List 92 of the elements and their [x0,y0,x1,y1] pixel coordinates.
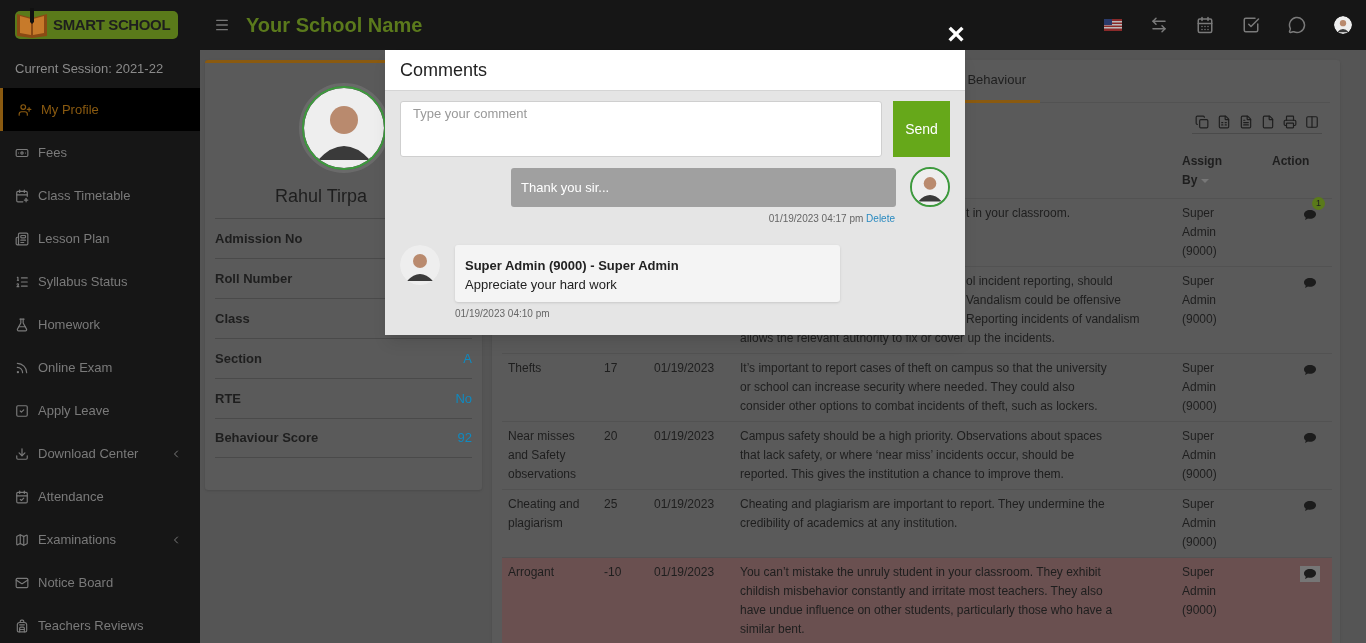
menu-icon[interactable] [214,17,230,33]
table-cell: -10 [604,565,622,579]
table-cell-text: Super Admin (9000) [1182,496,1218,551]
table-cell: 01/19/2023 [654,429,715,443]
table-cell: 17 [604,361,618,375]
field-label: Admission No [215,229,303,248]
menu-item-icon [15,446,29,461]
sender-avatar [910,167,950,207]
table-cell: 01/19/2023 [654,565,715,579]
chat-icon[interactable] [1288,16,1306,34]
description-text: ol incident reporting, should Vandalism could be offensive Reporting incidents of vandalism [966,273,1140,328]
field-value: 92 [457,429,472,448]
table-cell-text: Super Admin (9000) [1182,205,1218,260]
column-header[interactable]: Assign By [1182,152,1232,190]
message-author: Super Admin (9000) - Super Admin [465,257,680,275]
current-session: Current Session: 2021-22 [14,60,165,79]
sidebar-item[interactable]: Fees [0,131,200,174]
description-text: Cheating and plagiarism are important to report. They undermine the credibility of academics at any institution. [740,496,1105,532]
send-button[interactable]: Send [893,101,950,157]
copy-icon[interactable] [1195,115,1209,129]
calendar-icon[interactable] [1196,16,1214,34]
sidebar-item[interactable]: Notice Board [0,561,200,604]
logo-text: SMART SCHOOL [53,14,171,35]
menu-item-icon [15,317,29,332]
sidebar-item[interactable]: Teachers Reviews [0,604,200,643]
user-avatar [1334,16,1352,34]
message-text: Appreciate your hard work [465,276,618,294]
sidebar-item[interactable]: Syllabus Status [0,260,200,303]
sidebar-item[interactable]: My Profile [0,88,200,131]
message-time: 01/19/2023 04:10 pm [455,307,551,321]
print-icon[interactable] [1283,115,1297,129]
menu-item-icon [15,618,29,633]
sender-avatar [400,245,440,285]
sidebar-item[interactable]: Lesson Plan [0,217,200,260]
csv-icon[interactable] [1239,115,1253,129]
switch-icon[interactable] [1150,16,1168,34]
table-cell: 25 [604,497,618,511]
sidebar-item[interactable]: Online Exam [0,346,200,389]
sidebar-item[interactable]: Class Timetable [0,174,200,217]
menu-item-icon [15,360,29,375]
sidebar-item[interactable]: Apply Leave [0,389,200,432]
menu-item-icon [15,575,29,590]
menu-item-icon [15,274,29,289]
table-cell: 01/19/2023 [654,361,715,375]
table-cell: Cheating and plagiarism [508,497,580,530]
table-cell: 01/19/2023 [654,497,715,511]
table-cell-text: Super Admin (9000) [1182,273,1218,328]
pdf-icon[interactable] [1261,115,1275,129]
columns-icon[interactable] [1305,115,1319,129]
sidebar-item[interactable]: Download Center [0,432,200,475]
book-icon [15,8,49,38]
table-cell-text: Super Admin (9000) [1182,428,1218,483]
sent-message: Thank you sir... [511,168,896,207]
school-name: Your School Name [246,13,423,38]
modal-title: Comments [400,58,488,82]
student-name: Rahul Tirpa [275,185,368,208]
table-cell: Arrogant [508,565,555,579]
field-value: A [463,349,472,368]
comment-count-badge: 1 [1312,197,1325,210]
sidebar-item[interactable]: Homework [0,303,200,346]
menu-item-icon [18,102,32,117]
column-header: Action [1272,154,1310,168]
field-label: Roll Number [215,269,293,288]
task-icon[interactable] [1242,16,1260,34]
close-button[interactable]: × [946,20,966,48]
description-text: It’s important to report cases of theft on campus so that the university or school can increase security where needed. They could also consider other options to combat incidents of theft, such as lockers. [740,360,1107,415]
comment-input[interactable]: Type your comment [400,101,882,157]
sidebar-item[interactable]: Attendance [0,475,200,518]
field-label: Behaviour Score [215,429,319,448]
table-cell: Near misses and Safety observations [508,429,577,481]
menu-item-icon [15,188,29,203]
menu-item-icon [15,403,29,418]
table-cell: 20 [604,429,618,443]
table-cell-text: Super Admin (9000) [1182,360,1218,415]
message-time: 01/19/2023 04:17 pm [768,213,864,224]
flag-icon[interactable] [1104,19,1122,31]
comment-button[interactable] [1300,566,1320,582]
menu-item-icon [15,231,29,246]
table-cell-text: Super Admin (9000) [1182,564,1218,619]
table-cell: Thefts [508,361,542,375]
field-label: Section [215,349,262,368]
menu-item-icon [15,532,29,547]
sidebar-item[interactable]: Examinations [0,518,200,561]
description-text: You can’t mistake the unruly student in your classroom. They exhibit childish misbehavior constantly and irritate most teachers. They also have undue influence on other students, particularly those who have a similar bent. [740,564,1113,638]
logo[interactable]: SMART SCHOOL [15,11,178,39]
menu-item-icon [15,489,29,504]
delete-link[interactable]: Delete [866,213,895,224]
excel-icon[interactable] [1217,115,1231,129]
description-text: t in your classroom. [966,205,1071,222]
field-label: Class [215,309,250,328]
field-value: No [455,389,472,408]
field-label: RTE [215,389,241,408]
